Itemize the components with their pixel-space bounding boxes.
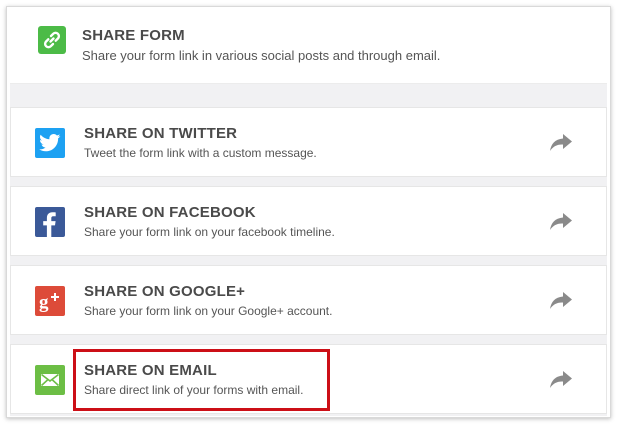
- facebook-description: Share your form link on your facebook ti…: [84, 225, 335, 239]
- share-arrow-icon[interactable]: [550, 134, 572, 152]
- google-plus-title: SHARE ON GOOGLE+: [84, 283, 246, 300]
- facebook-icon: [35, 207, 65, 237]
- twitter-description: Tweet the form link with a custom messag…: [84, 146, 317, 160]
- share-form-panel: SHARE FORM Share your form link in vario…: [6, 6, 611, 418]
- link-icon: [38, 26, 66, 54]
- share-arrow-icon[interactable]: [550, 292, 572, 310]
- google-plus-description: Share your form link on your Google+ acc…: [84, 304, 333, 318]
- twitter-icon: [35, 128, 65, 158]
- svg-text:g: g: [39, 292, 49, 313]
- share-form-header: SHARE FORM Share your form link in vario…: [10, 10, 607, 84]
- share-arrow-icon[interactable]: [550, 371, 572, 389]
- share-facebook-option[interactable]: SHARE ON FACEBOOK Share your form link o…: [10, 186, 607, 256]
- header-title: SHARE FORM: [82, 27, 185, 44]
- share-google-plus-option[interactable]: g SHARE ON GOOGLE+ Share your form link …: [10, 265, 607, 335]
- header-description: Share your form link in various social p…: [82, 48, 441, 63]
- share-arrow-icon[interactable]: [550, 213, 572, 231]
- google-plus-icon: g: [35, 286, 65, 316]
- envelope-icon: [35, 365, 65, 395]
- share-twitter-option[interactable]: SHARE ON TWITTER Tweet the form link wit…: [10, 107, 607, 177]
- email-description: Share direct link of your forms with ema…: [84, 383, 304, 397]
- facebook-title: SHARE ON FACEBOOK: [84, 204, 256, 221]
- email-title: SHARE ON EMAIL: [84, 362, 217, 379]
- twitter-title: SHARE ON TWITTER: [84, 125, 238, 142]
- share-email-option[interactable]: SHARE ON EMAIL Share direct link of your…: [10, 344, 607, 414]
